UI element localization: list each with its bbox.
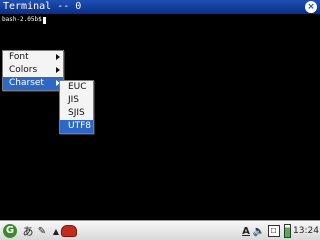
charset-option-sjis[interactable]: SJIS: [60, 107, 93, 120]
charset-option-jis[interactable]: JIS: [60, 94, 93, 107]
menu-item-colors[interactable]: Colors: [3, 64, 63, 77]
start-icon: G: [3, 224, 17, 238]
keyboard-icon[interactable]: ☐: [267, 223, 280, 239]
charset-submenu: EUC JIS SJIS UTF8: [59, 80, 94, 134]
charset-option-utf8[interactable]: UTF8: [60, 120, 93, 133]
start-menu-button[interactable]: G: [2, 223, 18, 239]
running-app-icon[interactable]: [60, 223, 78, 239]
charset-option-euc[interactable]: EUC: [60, 81, 93, 94]
title-bar[interactable]: Terminal -- 0 ×: [0, 0, 320, 14]
battery-icon[interactable]: [283, 223, 291, 239]
menu-item-charset[interactable]: Charset: [3, 77, 63, 90]
prompt-line: bash-2.05b$: [2, 16, 46, 24]
submenu-arrow-icon: [56, 54, 60, 60]
terminal-area[interactable]: bash-2.05b$: [0, 14, 320, 220]
menu-item-label: Charset: [9, 78, 44, 88]
text-cursor: [42, 16, 46, 24]
ime-icon[interactable]: あ: [21, 223, 35, 239]
font-indicator-icon[interactable]: A: [240, 223, 252, 239]
keyboard-glyph: ☐: [267, 225, 280, 237]
pen-icon[interactable]: ✎: [36, 223, 48, 239]
taskbar: G あ ✎ ▲ A 🔈 ☐ 13:24: [0, 220, 320, 240]
shell-prompt: bash-2.05b$: [2, 16, 42, 23]
menu-item-label: Font: [9, 52, 29, 62]
up-arrow-icon[interactable]: ▲: [52, 223, 60, 239]
volume-icon[interactable]: 🔈: [252, 223, 266, 239]
context-menu: Font Colors Charset: [2, 50, 64, 91]
submenu-arrow-icon: [56, 67, 60, 73]
clock[interactable]: 13:24: [293, 223, 319, 239]
menu-item-label: Colors: [9, 65, 38, 75]
window-title: Terminal -- 0: [3, 1, 82, 12]
close-button[interactable]: ×: [305, 1, 317, 13]
menu-item-font[interactable]: Font: [3, 51, 63, 64]
